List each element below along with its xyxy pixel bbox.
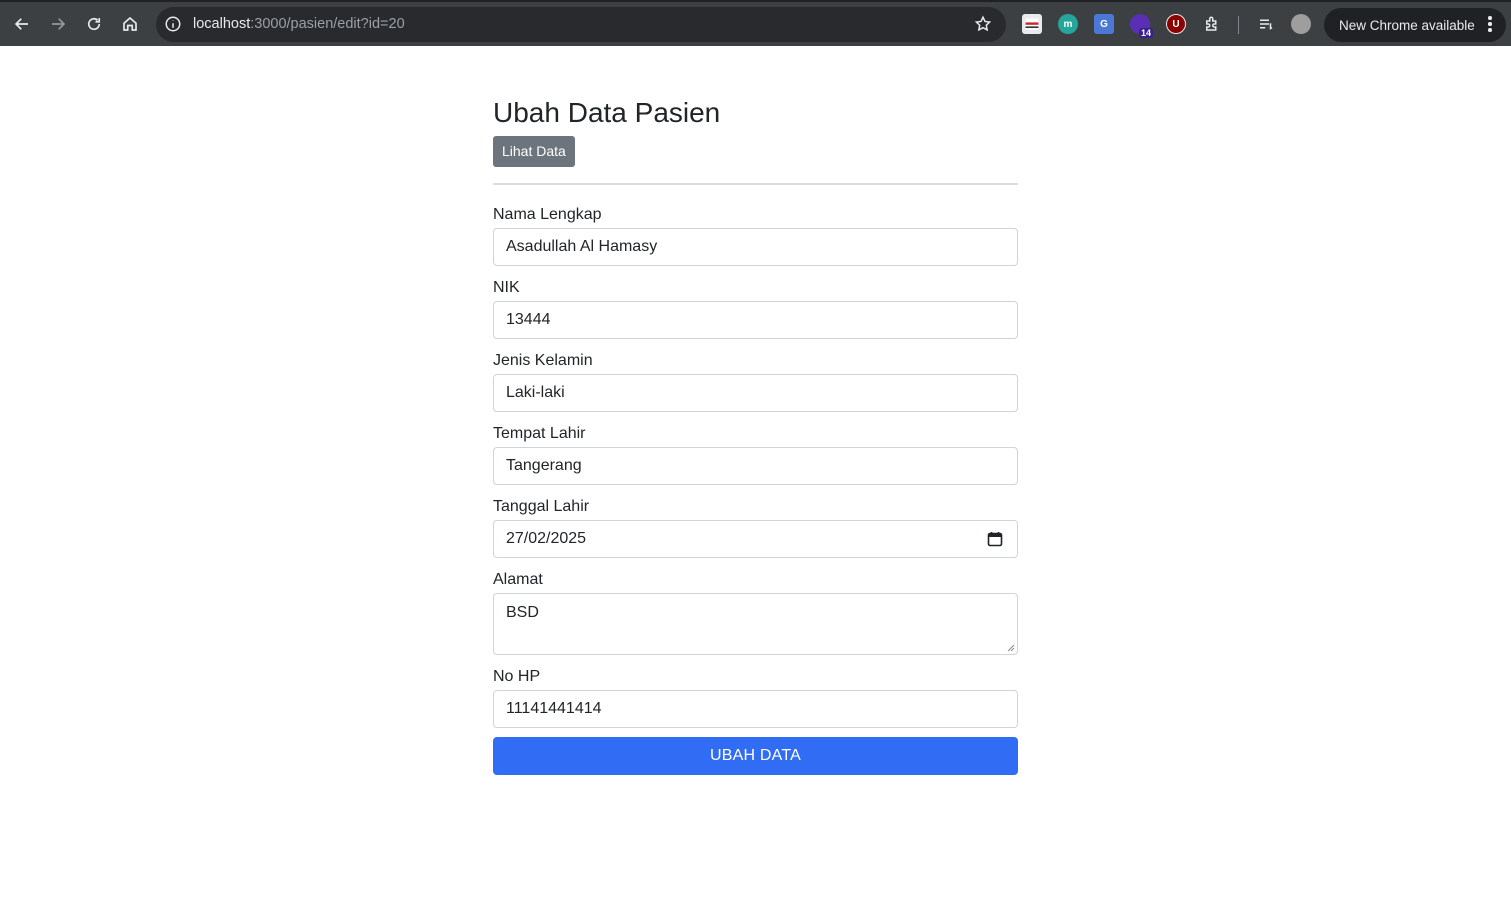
field-tempat-group: Tempat Lahir Tangerang <box>493 423 1018 485</box>
field-tanggal-group: Tanggal Lahir 27/02/2025 <box>493 496 1018 558</box>
field-jk-group: Jenis Kelamin Laki-laki <box>493 350 1018 412</box>
extension-icon-m[interactable]: m <box>1058 14 1078 34</box>
url-text[interactable]: localhost:3000/pasien/edit?id=20 <box>193 16 405 32</box>
extensions-puzzle-icon[interactable] <box>1199 11 1225 37</box>
profile-avatar[interactable] <box>1291 14 1311 34</box>
home-icon[interactable] <box>117 11 143 37</box>
back-icon[interactable] <box>9 11 35 37</box>
extension-badge-count: 14 <box>1138 28 1153 38</box>
resize-handle-icon[interactable] <box>1007 644 1015 652</box>
extension-icon-1[interactable] <box>1022 14 1042 34</box>
divider <box>493 183 1018 185</box>
nik-label: NIK <box>493 279 520 296</box>
view-data-button[interactable]: Lihat Data <box>493 136 575 167</box>
birthplace-input[interactable]: Tangerang <box>493 447 1018 485</box>
edit-patient-form-container: Ubah Data Pasien Lihat Data Nama Lengkap… <box>493 96 1018 775</box>
phone-label: No HP <box>493 668 541 685</box>
forward-icon[interactable] <box>45 11 71 37</box>
address-bar[interactable]: localhost:3000/pasien/edit?id=20 <box>156 7 1006 42</box>
field-alamat-group: Alamat BSD <box>493 569 1018 655</box>
birthdate-label: Tanggal Lahir <box>493 498 590 515</box>
birthdate-value: 27/02/2025 <box>506 530 587 547</box>
address-textarea[interactable]: BSD <box>493 593 1018 655</box>
new-chrome-button[interactable]: New Chrome available <box>1324 8 1506 42</box>
field-nama-group: Nama Lengkap Asadullah Al Hamasy <box>493 204 1018 266</box>
phone-input[interactable]: 11141441414 <box>493 690 1018 728</box>
reload-icon[interactable] <box>81 11 107 37</box>
bookmark-star-icon[interactable] <box>974 15 992 33</box>
calendar-icon[interactable] <box>987 531 1003 547</box>
address-value: BSD <box>506 604 539 621</box>
ublock-extension-icon[interactable]: U <box>1166 14 1186 34</box>
url-path: :3000/pasien/edit?id=20 <box>250 16 405 32</box>
nama-input[interactable]: Asadullah Al Hamasy <box>493 228 1018 266</box>
submit-update-button[interactable]: UBAH DATA <box>493 737 1018 775</box>
address-label: Alamat <box>493 571 543 588</box>
gender-label: Jenis Kelamin <box>493 352 593 369</box>
birthdate-input[interactable]: 27/02/2025 <box>493 520 1018 558</box>
new-chrome-label: New Chrome available <box>1339 17 1475 33</box>
field-nik-group: NIK 13444 <box>493 277 1018 339</box>
reading-list-icon[interactable] <box>1253 11 1279 37</box>
translate-extension-icon[interactable]: G <box>1094 14 1114 34</box>
url-host: localhost <box>193 16 251 32</box>
more-menu-icon[interactable] <box>1488 16 1492 34</box>
field-hp-group: No HP 11141441414 <box>493 666 1018 728</box>
site-info-icon[interactable] <box>164 15 182 33</box>
page-title: Ubah Data Pasien <box>493 97 721 128</box>
nama-label: Nama Lengkap <box>493 206 602 223</box>
nik-input[interactable]: 13444 <box>493 301 1018 339</box>
extension-icon-badge[interactable]: 14 <box>1130 14 1153 38</box>
birthplace-label: Tempat Lahir <box>493 425 586 442</box>
browser-toolbar: localhost:3000/pasien/edit?id=20 m G 14 … <box>0 0 1511 46</box>
toolbar-divider <box>1238 16 1239 34</box>
gender-input[interactable]: Laki-laki <box>493 374 1018 412</box>
